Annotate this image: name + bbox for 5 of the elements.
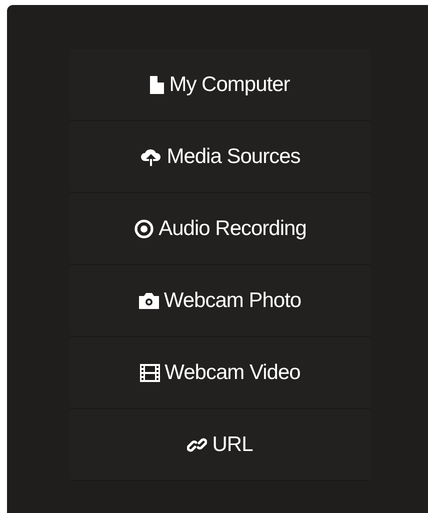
record-icon	[134, 218, 154, 238]
film-icon	[140, 364, 160, 382]
camera-icon	[138, 292, 159, 308]
cloud-upload-icon	[140, 148, 162, 166]
file-icon	[150, 76, 164, 94]
